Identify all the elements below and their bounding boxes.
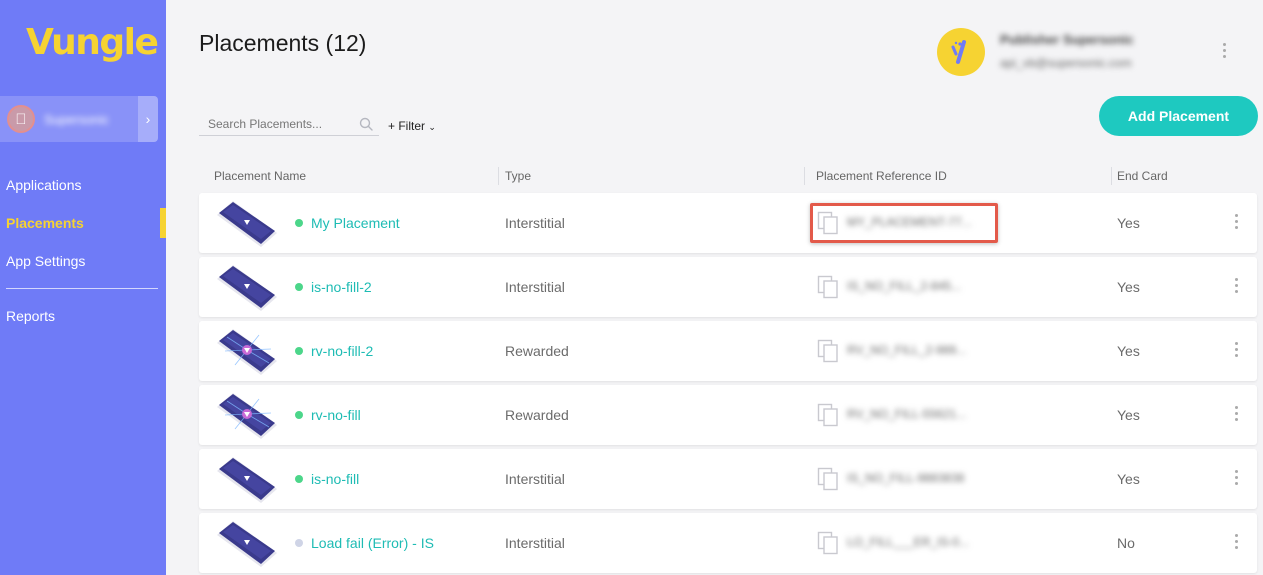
search-input[interactable] — [199, 114, 349, 134]
sidebar-item-applications[interactable]: Applications — [6, 177, 82, 193]
placement-name-link[interactable]: rv-no-fill-2 — [311, 343, 373, 359]
interstitial-thumbnail-icon — [217, 265, 277, 311]
copy-icon[interactable] — [817, 275, 839, 299]
more-vert-icon[interactable] — [1231, 278, 1241, 296]
user-name: Publisher Supersonic — [1000, 32, 1134, 47]
status-dot — [295, 475, 303, 483]
column-header-end-card[interactable]: End Card — [1117, 169, 1168, 183]
more-vert-icon[interactable] — [1231, 342, 1241, 360]
rewarded-thumbnail-icon — [217, 329, 277, 375]
more-vert-icon[interactable] — [1231, 406, 1241, 424]
page-title: Placements (12) — [199, 30, 367, 56]
add-placement-button[interactable]: Add Placement — [1099, 96, 1258, 136]
placement-name-link[interactable]: is-no-fill — [311, 471, 359, 487]
active-indicator — [160, 208, 166, 238]
placement-reference-id: RV_NO_FILL-55621... — [847, 407, 967, 421]
placement-type: Rewarded — [505, 343, 569, 359]
end-card-value: Yes — [1117, 215, 1140, 231]
vungle-logo[interactable]: Vungle — [26, 22, 159, 63]
interstitial-thumbnail-icon — [217, 457, 277, 503]
sidebar-item-app-settings[interactable]: App Settings — [6, 253, 85, 269]
end-card-value: Yes — [1117, 471, 1140, 487]
copy-icon[interactable] — [817, 403, 839, 427]
placement-reference-id: LO_FILL___ER_IS-0... — [847, 535, 970, 549]
search-box — [199, 114, 379, 136]
table-row[interactable]: rv-no-fill Rewarded RV_NO_FILL-55621... Yes — [199, 385, 1257, 445]
placement-type: Rewarded — [505, 407, 569, 423]
apple-icon:  — [7, 105, 35, 133]
avatar-logo-icon — [951, 40, 966, 64]
table-row[interactable]: My Placement Interstitial MY_PLACEMENT-77.… — [199, 193, 1257, 253]
chevron-right-icon[interactable]: › — [138, 96, 158, 142]
avatar[interactable] — [937, 28, 985, 76]
table-row[interactable]: is-no-fill Interstitial IS_NO_FILL-9883838… — [199, 449, 1257, 509]
sidebar-item-reports[interactable]: Reports — [6, 308, 55, 324]
rewarded-thumbnail-icon — [217, 393, 277, 439]
placement-name-link[interactable]: is-no-fill-2 — [311, 279, 372, 295]
end-card-value: Yes — [1117, 407, 1140, 423]
status-dot — [295, 219, 303, 227]
status-dot — [295, 283, 303, 291]
copy-icon[interactable] — [817, 339, 839, 363]
column-header-placement-name[interactable]: Placement Name — [214, 169, 306, 183]
placement-name-link[interactable]: Load fail (Error) - IS — [311, 535, 434, 551]
table-row[interactable]: is-no-fill-2 Interstitial IS_NO_FILL_2-845… — [199, 257, 1257, 317]
placement-type: Interstitial — [505, 215, 565, 231]
status-dot — [295, 411, 303, 419]
column-divider — [498, 167, 499, 185]
copy-icon[interactable] — [817, 531, 839, 555]
end-card-value: Yes — [1117, 343, 1140, 359]
column-divider — [1111, 167, 1112, 185]
end-card-value: Yes — [1117, 279, 1140, 295]
more-vert-icon[interactable] — [1231, 214, 1241, 232]
more-vert-icon[interactable] — [1231, 534, 1241, 552]
sidebar-divider — [6, 288, 158, 289]
reference-id-highlight — [810, 203, 998, 243]
placement-reference-id: RV_NO_FILL_2-989... — [847, 343, 967, 357]
search-icon[interactable] — [359, 117, 373, 131]
table-row[interactable]: Load fail (Error) - IS Interstitial LO_FIL… — [199, 513, 1257, 573]
interstitial-thumbnail-icon — [217, 201, 277, 247]
placement-reference-id: IS_NO_FILL-9883838 — [847, 471, 965, 485]
user-email: api_vb@supersonic.com — [1000, 56, 1132, 70]
filter-button[interactable]: + Filter ⌄ — [388, 119, 436, 133]
app-name: Supersonic — [44, 112, 110, 127]
sidebar: Vungle  Supersonic › Applications Place… — [0, 0, 166, 575]
column-divider — [804, 167, 805, 185]
chevron-down-icon: ⌄ — [428, 122, 436, 132]
interstitial-thumbnail-icon — [217, 521, 277, 567]
column-header-type[interactable]: Type — [505, 169, 531, 183]
placement-name-link[interactable]: My Placement — [311, 215, 400, 231]
placement-name-link[interactable]: rv-no-fill — [311, 407, 361, 423]
more-vert-icon[interactable] — [1218, 43, 1230, 63]
placement-type: Interstitial — [505, 279, 565, 295]
app-switcher[interactable]:  Supersonic › — [0, 96, 158, 142]
filter-label: + Filter — [388, 119, 426, 133]
placement-type: Interstitial — [505, 535, 565, 551]
status-dot — [295, 347, 303, 355]
column-header-reference-id[interactable]: Placement Reference ID — [816, 169, 947, 183]
end-card-value: No — [1117, 535, 1135, 551]
copy-icon[interactable] — [817, 467, 839, 491]
placement-reference-id: IS_NO_FILL_2-845... — [847, 279, 962, 293]
more-vert-icon[interactable] — [1231, 470, 1241, 488]
status-dot — [295, 539, 303, 547]
placement-type: Interstitial — [505, 471, 565, 487]
table-row[interactable]: rv-no-fill-2 Rewarded RV_NO_FILL_2-989... Y… — [199, 321, 1257, 381]
sidebar-item-placements[interactable]: Placements — [6, 215, 84, 231]
